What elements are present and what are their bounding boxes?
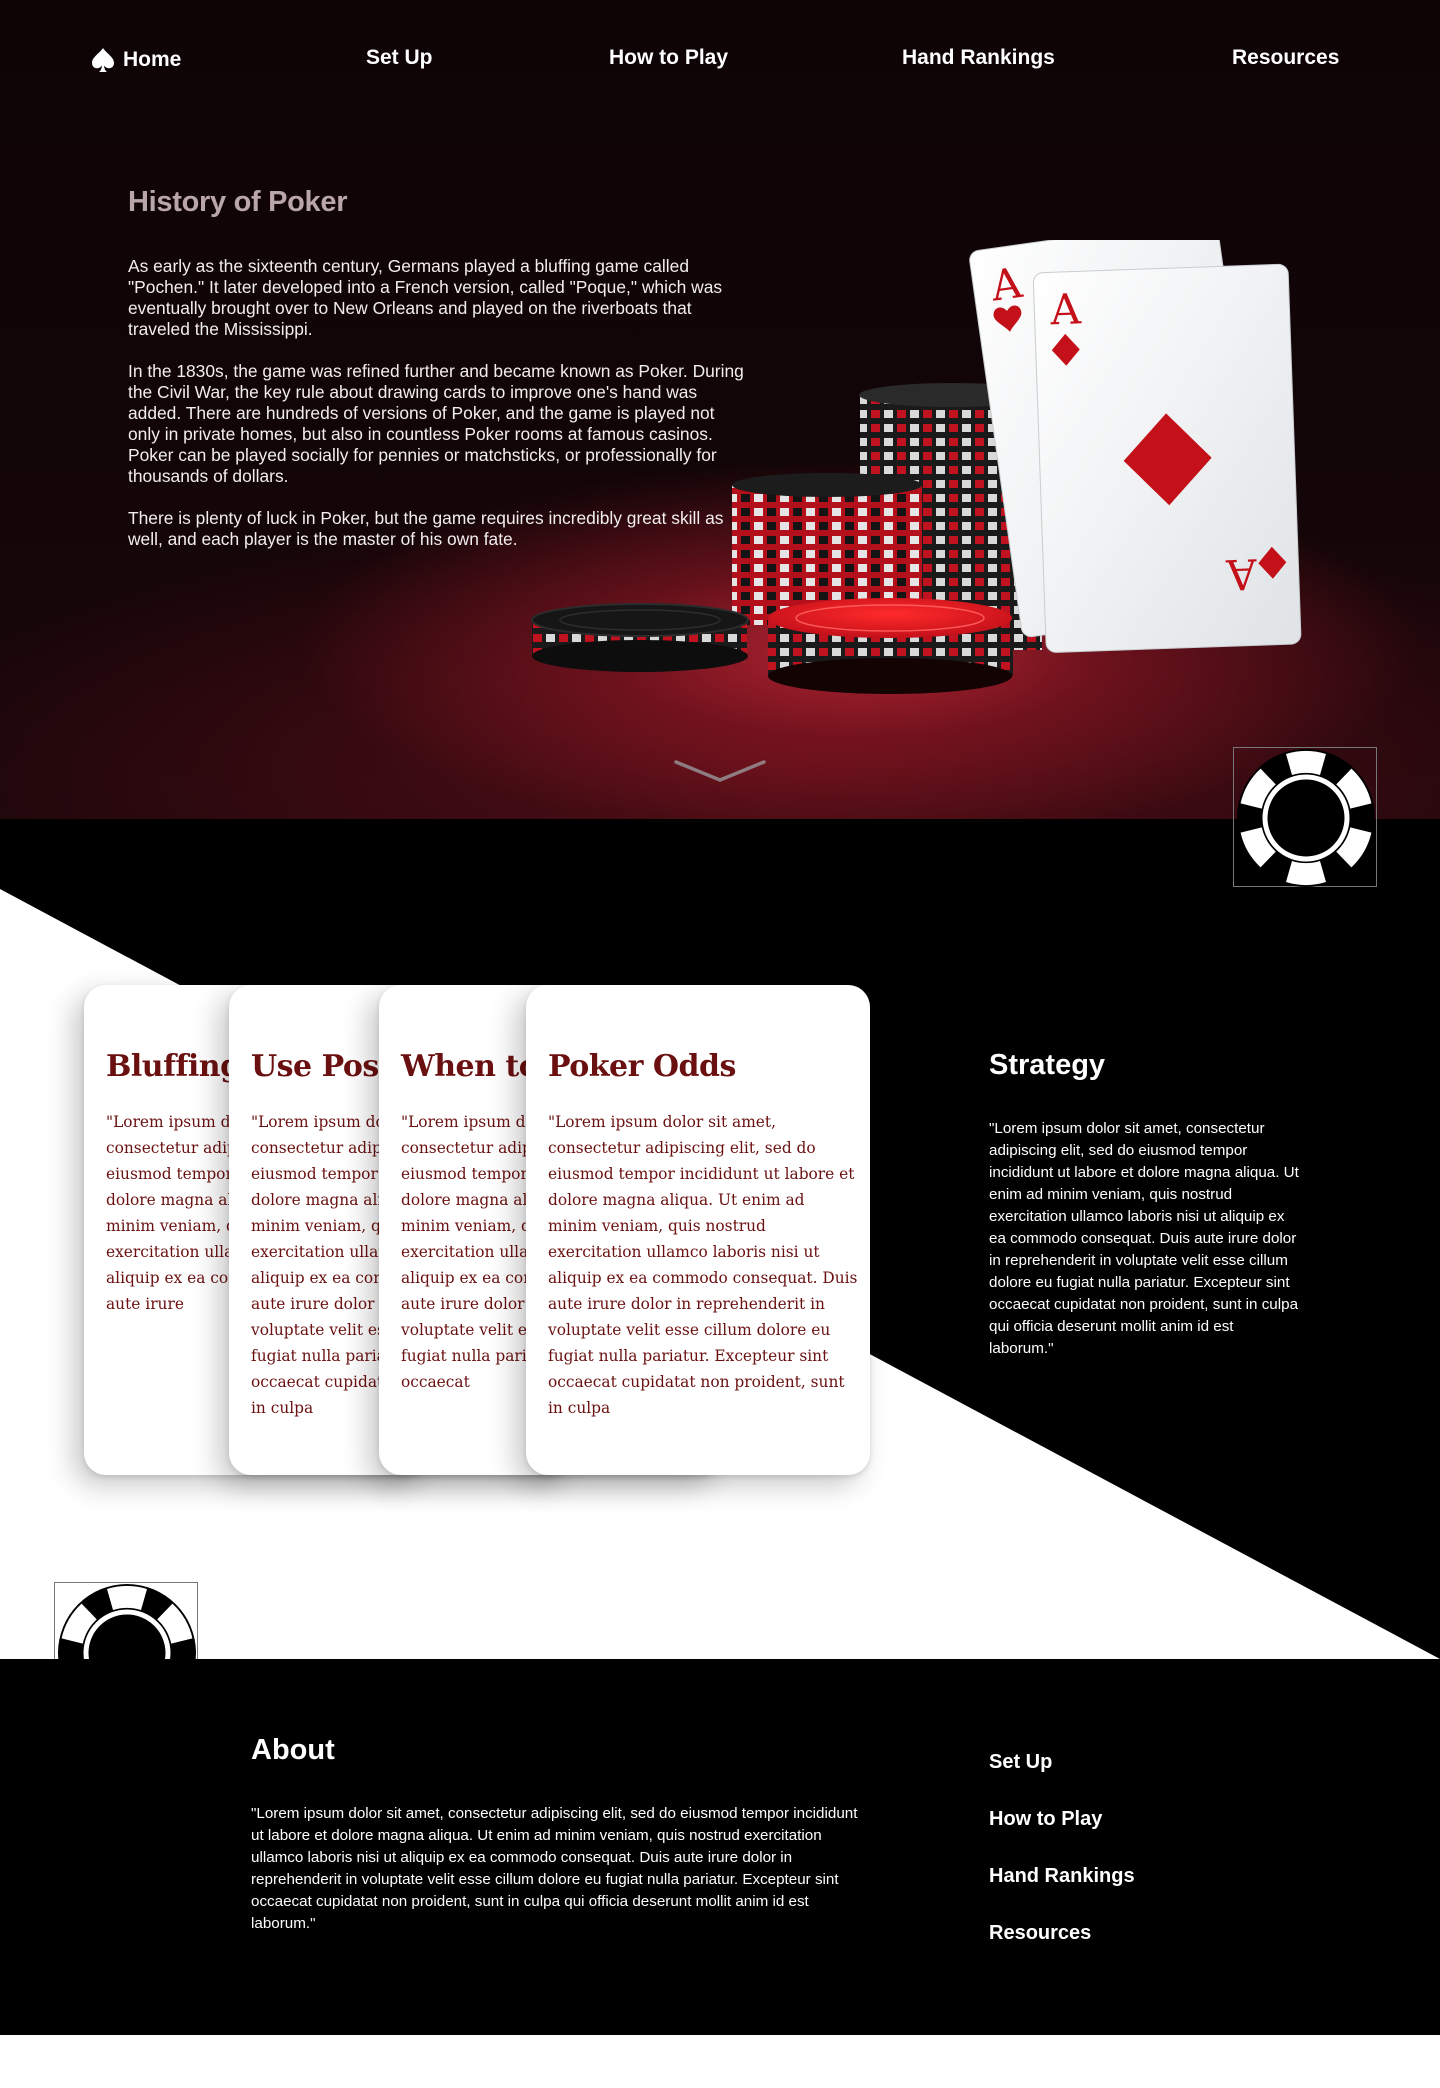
about-title: About [251,1734,335,1766]
poker-chip-icon [1233,747,1377,887]
strategy-body: "Lorem ipsum dolor sit amet, consectetur… [989,1120,1299,1357]
strategy-card-poker-odds[interactable]: Poker Odds "Lorem ipsum dolor sit amet, … [526,985,870,1475]
footer-link-set-up[interactable]: Set Up [989,1751,1135,1774]
card-title: Poker Odds [548,1049,736,1084]
hero-title: History of Poker [128,186,348,218]
nav-item-home[interactable]: Home [89,46,181,74]
strategy-title: Strategy [989,1049,1106,1081]
svg-text:A: A [1225,549,1259,599]
nav-home-label: Home [123,48,182,71]
about-block: About "Lorem ipsum dolor sit amet, conse… [251,1734,871,1935]
spade-icon [89,46,117,74]
hero-section: Home Set Up How to Play Hand Rankings Re… [0,0,1440,819]
svg-text:A: A [1049,284,1083,334]
footer-link-how-to-play[interactable]: How to Play [989,1808,1135,1831]
poker-chips-and-aces-illustration: A A A [531,240,1302,694]
footer-link-hand-rankings[interactable]: Hand Rankings [989,1865,1135,1888]
nav-item-hand-rankings[interactable]: Hand Rankings [902,46,1055,70]
about-body: "Lorem ipsum dolor sit amet, consectetur… [251,1805,858,1932]
footer-links: Set Up How to Play Hand Rankings Resourc… [989,1751,1135,1979]
chevron-down-icon[interactable] [672,756,768,786]
card-body: "Lorem ipsum dolor sit amet, consectetur… [548,1113,858,1417]
nav-item-how-to-play[interactable]: How to Play [609,46,728,70]
nav-item-resources[interactable]: Resources [1232,46,1339,70]
strategy-section: Bluffing "Lorem ipsum dolor sit amet, co… [0,819,1440,1659]
footer-link-resources[interactable]: Resources [989,1922,1135,1945]
main-nav: Home Set Up How to Play Hand Rankings Re… [0,38,1440,78]
footer: About "Lorem ipsum dolor sit amet, conse… [0,1659,1440,2035]
strategy-block: Strategy "Lorem ipsum dolor sit amet, co… [989,1049,1299,1360]
nav-item-set-up[interactable]: Set Up [366,46,433,70]
